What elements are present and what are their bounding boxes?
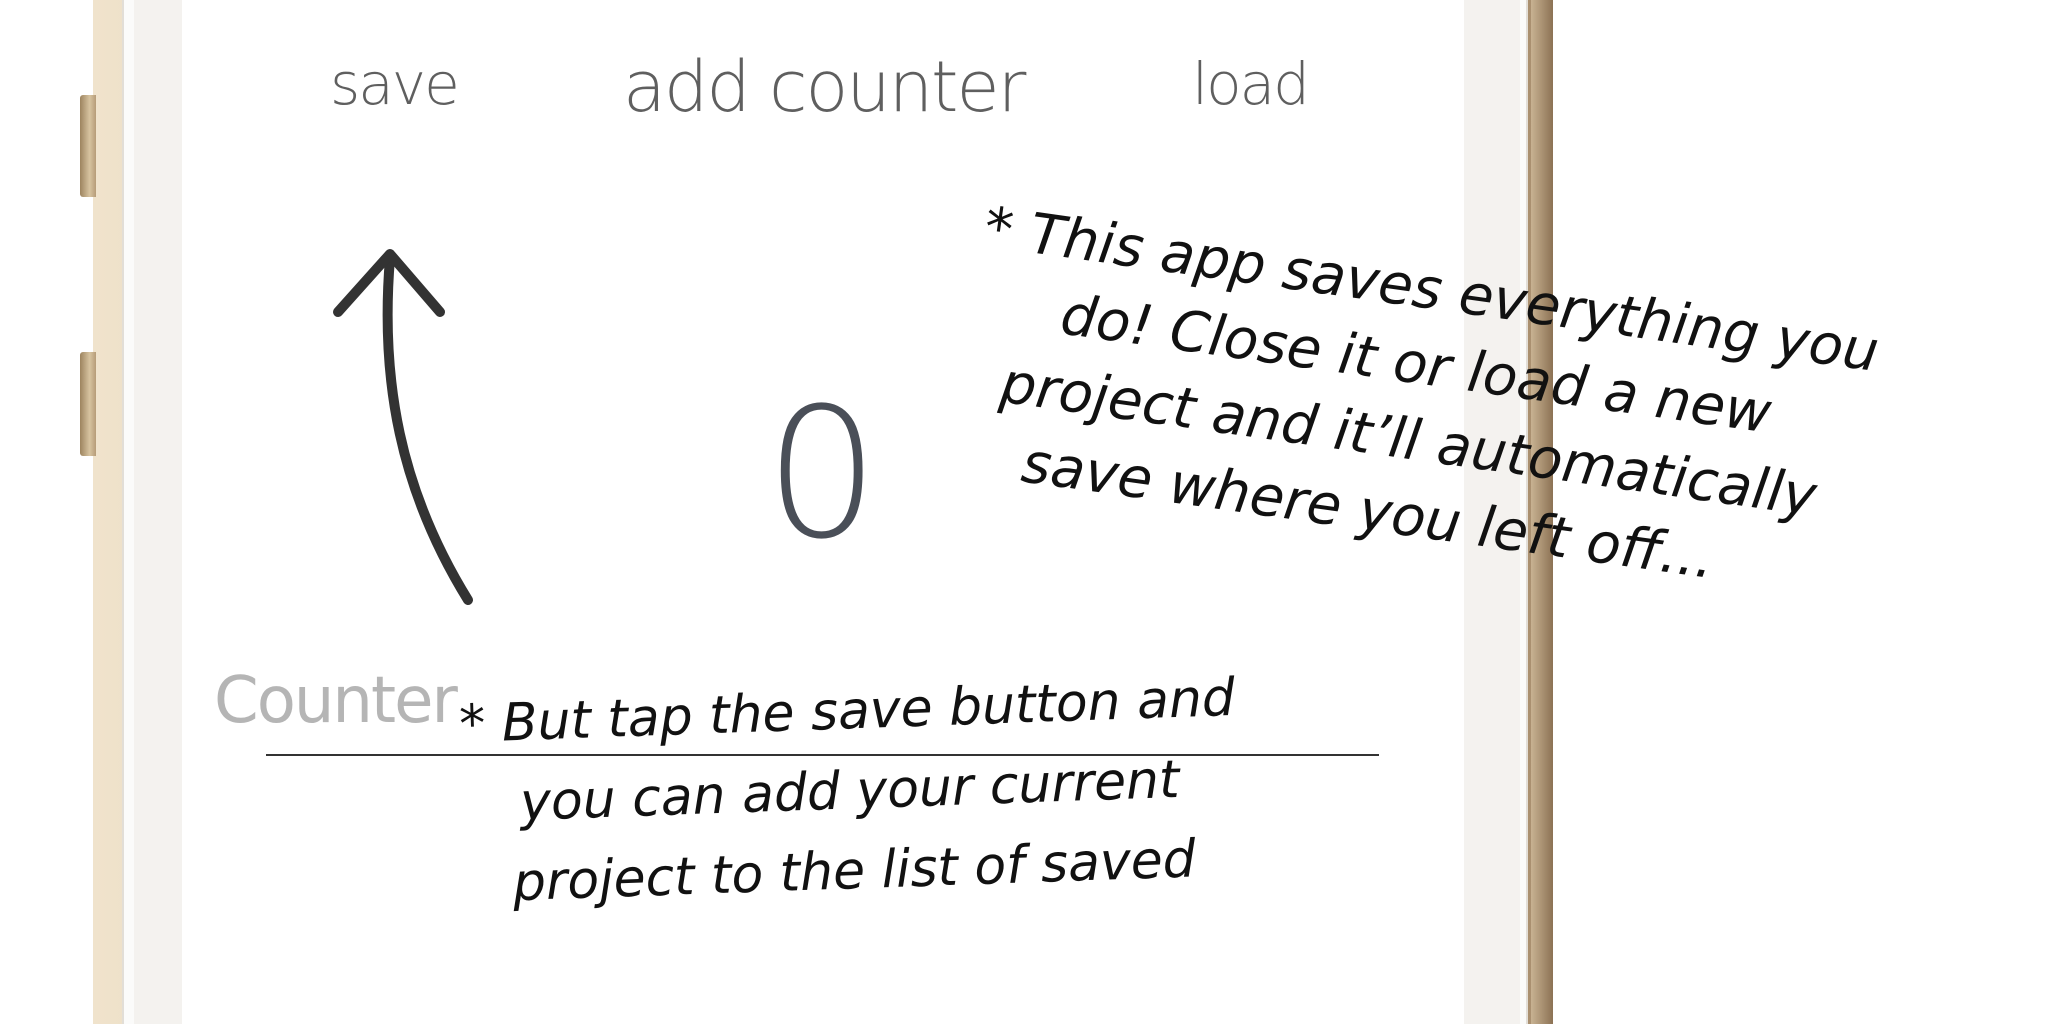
arrow-up-icon: [333, 249, 473, 605]
screenshot-canvas: save add counter load 0 Counter * This a…: [0, 0, 2048, 1024]
annotation-save-note: * But tap the save button and you can ad…: [458, 658, 1242, 925]
save-button[interactable]: save: [330, 50, 460, 118]
add-counter-button[interactable]: add counter: [623, 46, 1026, 128]
screen-edge-left: [134, 0, 182, 1024]
counter-value[interactable]: 0: [760, 385, 884, 565]
phone-side-button: [80, 95, 96, 197]
load-button[interactable]: load: [1192, 50, 1310, 118]
counter-name-field[interactable]: Counter: [214, 664, 458, 738]
phone-side-button: [80, 352, 96, 456]
